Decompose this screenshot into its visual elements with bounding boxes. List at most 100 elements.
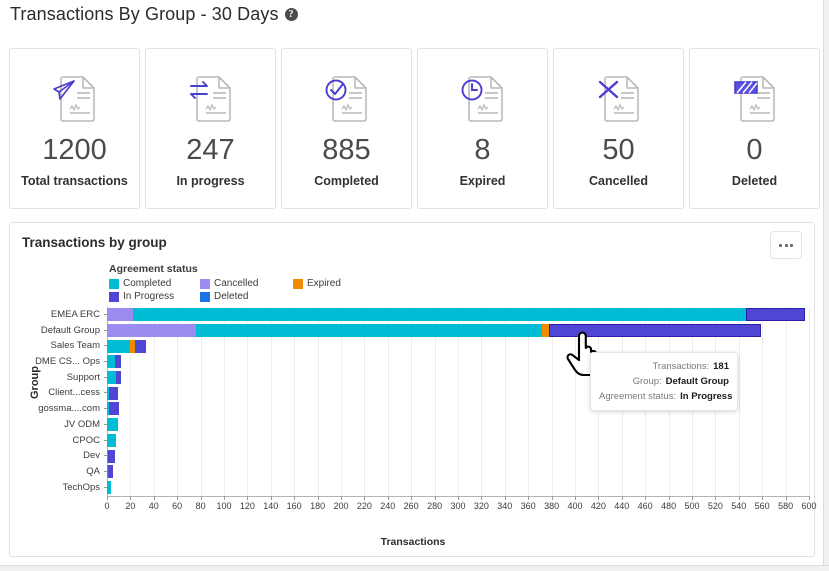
redacted-document-icon xyxy=(726,69,784,127)
kpi-label: Cancelled xyxy=(589,172,648,190)
bar-segment[interactable] xyxy=(542,324,549,337)
y-axis-tick-label: EMEA ERC xyxy=(32,307,104,323)
kpi-label: Completed xyxy=(314,172,379,190)
tooltip-value: In Progress xyxy=(680,389,732,404)
bar-row[interactable] xyxy=(107,480,809,496)
x-axis-tick-label: 100 xyxy=(216,501,231,511)
tooltip-value: 181 xyxy=(713,359,729,374)
kpi-card-row: 1200Total transactions 247In progress 88… xyxy=(9,48,820,209)
page-bottom-edge xyxy=(0,565,829,571)
page-right-edge xyxy=(823,0,829,571)
bar-segment[interactable] xyxy=(135,340,146,353)
kpi-card[interactable]: 8 Expired xyxy=(417,48,548,209)
chart-tooltip: Transactions: 181 Group: Default Group A… xyxy=(590,352,738,411)
y-axis-tick-label: CPOC xyxy=(32,433,104,449)
x-axis-tick-label: 580 xyxy=(778,501,793,511)
bar-row[interactable] xyxy=(107,307,809,323)
x-axis-tick-mark xyxy=(458,496,459,500)
bar-segment[interactable] xyxy=(116,371,121,384)
bar-segment[interactable] xyxy=(107,324,196,337)
x-axis-tick-mark xyxy=(786,496,787,500)
x-axis-tick-label: 520 xyxy=(708,501,723,511)
tooltip-row: Group: Default Group xyxy=(599,374,729,389)
kpi-value: 8 xyxy=(474,136,490,165)
x-axis-tick-label: 400 xyxy=(567,501,582,511)
bar-segment[interactable] xyxy=(107,308,133,321)
y-axis-tick-label: TechOps xyxy=(32,480,104,496)
x-axis-tick-label: 0 xyxy=(104,501,109,511)
bar-row[interactable] xyxy=(107,433,809,449)
x-axis-tick-label: 160 xyxy=(287,501,302,511)
x-axis-tick-label: 40 xyxy=(149,501,159,511)
x-axis-tick-mark xyxy=(224,496,225,500)
bar-row[interactable] xyxy=(107,464,809,480)
x-axis-tick-label: 80 xyxy=(196,501,206,511)
paper-plane-document-icon xyxy=(46,69,104,127)
x-axis-tick-mark xyxy=(505,496,506,500)
x-axis-tick-mark xyxy=(645,496,646,500)
bar-segment[interactable] xyxy=(133,308,746,321)
bar-segment[interactable] xyxy=(109,387,117,400)
y-axis-tick-label: JV ODM xyxy=(32,417,104,433)
kpi-label: Deleted xyxy=(732,172,777,190)
bar-segment[interactable] xyxy=(107,355,115,368)
x-axis-tick-label: 220 xyxy=(357,501,372,511)
dashboard-page: Transactions By Group - 30 Days ? 1200To… xyxy=(0,0,829,571)
kpi-card[interactable]: 247In progress xyxy=(145,48,276,209)
kpi-value: 1200 xyxy=(42,136,107,165)
bar-segment[interactable] xyxy=(107,340,130,353)
kpi-card[interactable]: 1200Total transactions xyxy=(9,48,140,209)
exchange-arrows-document-icon xyxy=(182,69,240,127)
kpi-card[interactable]: 50Cancelled xyxy=(553,48,684,209)
bar-segment[interactable] xyxy=(107,481,111,494)
x-axis-tick-mark xyxy=(762,496,763,500)
tooltip-key: Agreement status: xyxy=(599,389,680,404)
bar-segment[interactable] xyxy=(109,402,118,415)
gridline xyxy=(809,307,810,496)
kpi-value: 0 xyxy=(746,136,762,165)
bar-segment[interactable] xyxy=(115,355,121,368)
bar-segment[interactable] xyxy=(108,465,113,478)
y-axis-tick-label: Dev xyxy=(32,448,104,464)
bar-row[interactable] xyxy=(107,323,809,339)
x-axis-tick-label: 480 xyxy=(661,501,676,511)
x-axis-tick-label: 180 xyxy=(310,501,325,511)
kpi-card[interactable]: 0 Deleted xyxy=(689,48,820,209)
x-axis-tick-mark xyxy=(107,496,108,500)
y-axis-tick-label: Sales Team xyxy=(32,338,104,354)
bar-segment[interactable] xyxy=(107,434,116,447)
y-axis-tick-label: Support xyxy=(32,370,104,386)
bar-segment[interactable] xyxy=(196,324,542,337)
y-axis-tick-label: DME CS... Ops xyxy=(32,354,104,370)
x-axis-tick-mark xyxy=(318,496,319,500)
x-axis-tick-label: 60 xyxy=(172,501,182,511)
x-cross-document-icon xyxy=(590,69,648,127)
x-axis-tick-label: 340 xyxy=(497,501,512,511)
x-axis-tick-mark xyxy=(411,496,412,500)
x-axis-tick-mark xyxy=(598,496,599,500)
x-axis-tick-label: 500 xyxy=(684,501,699,511)
x-axis-tick-mark xyxy=(809,496,810,500)
bar-row[interactable] xyxy=(107,448,809,464)
x-axis-tick-mark xyxy=(692,496,693,500)
x-axis-tick-label: 120 xyxy=(240,501,255,511)
kpi-card[interactable]: 885Completed xyxy=(281,48,412,209)
x-axis-tick-mark xyxy=(481,496,482,500)
x-axis-tick-mark xyxy=(247,496,248,500)
clock-document-icon xyxy=(454,69,512,127)
bar-segment[interactable] xyxy=(107,418,118,431)
bar-segment[interactable] xyxy=(746,308,806,321)
page-title-row: Transactions By Group - 30 Days ? xyxy=(10,4,298,25)
x-axis-tick-label: 260 xyxy=(404,501,419,511)
bar-segment[interactable] xyxy=(108,450,115,463)
kpi-label: Expired xyxy=(460,172,506,190)
x-axis-tick-mark xyxy=(669,496,670,500)
x-axis-tick-label: 460 xyxy=(638,501,653,511)
bar-segment[interactable] xyxy=(107,371,116,384)
kpi-value: 247 xyxy=(186,136,234,165)
tooltip-row: Transactions: 181 xyxy=(599,359,729,374)
bar-row[interactable] xyxy=(107,417,809,433)
help-circle-icon[interactable]: ? xyxy=(285,8,298,21)
x-axis-tick-label: 600 xyxy=(801,501,816,511)
x-axis-tick-mark xyxy=(622,496,623,500)
